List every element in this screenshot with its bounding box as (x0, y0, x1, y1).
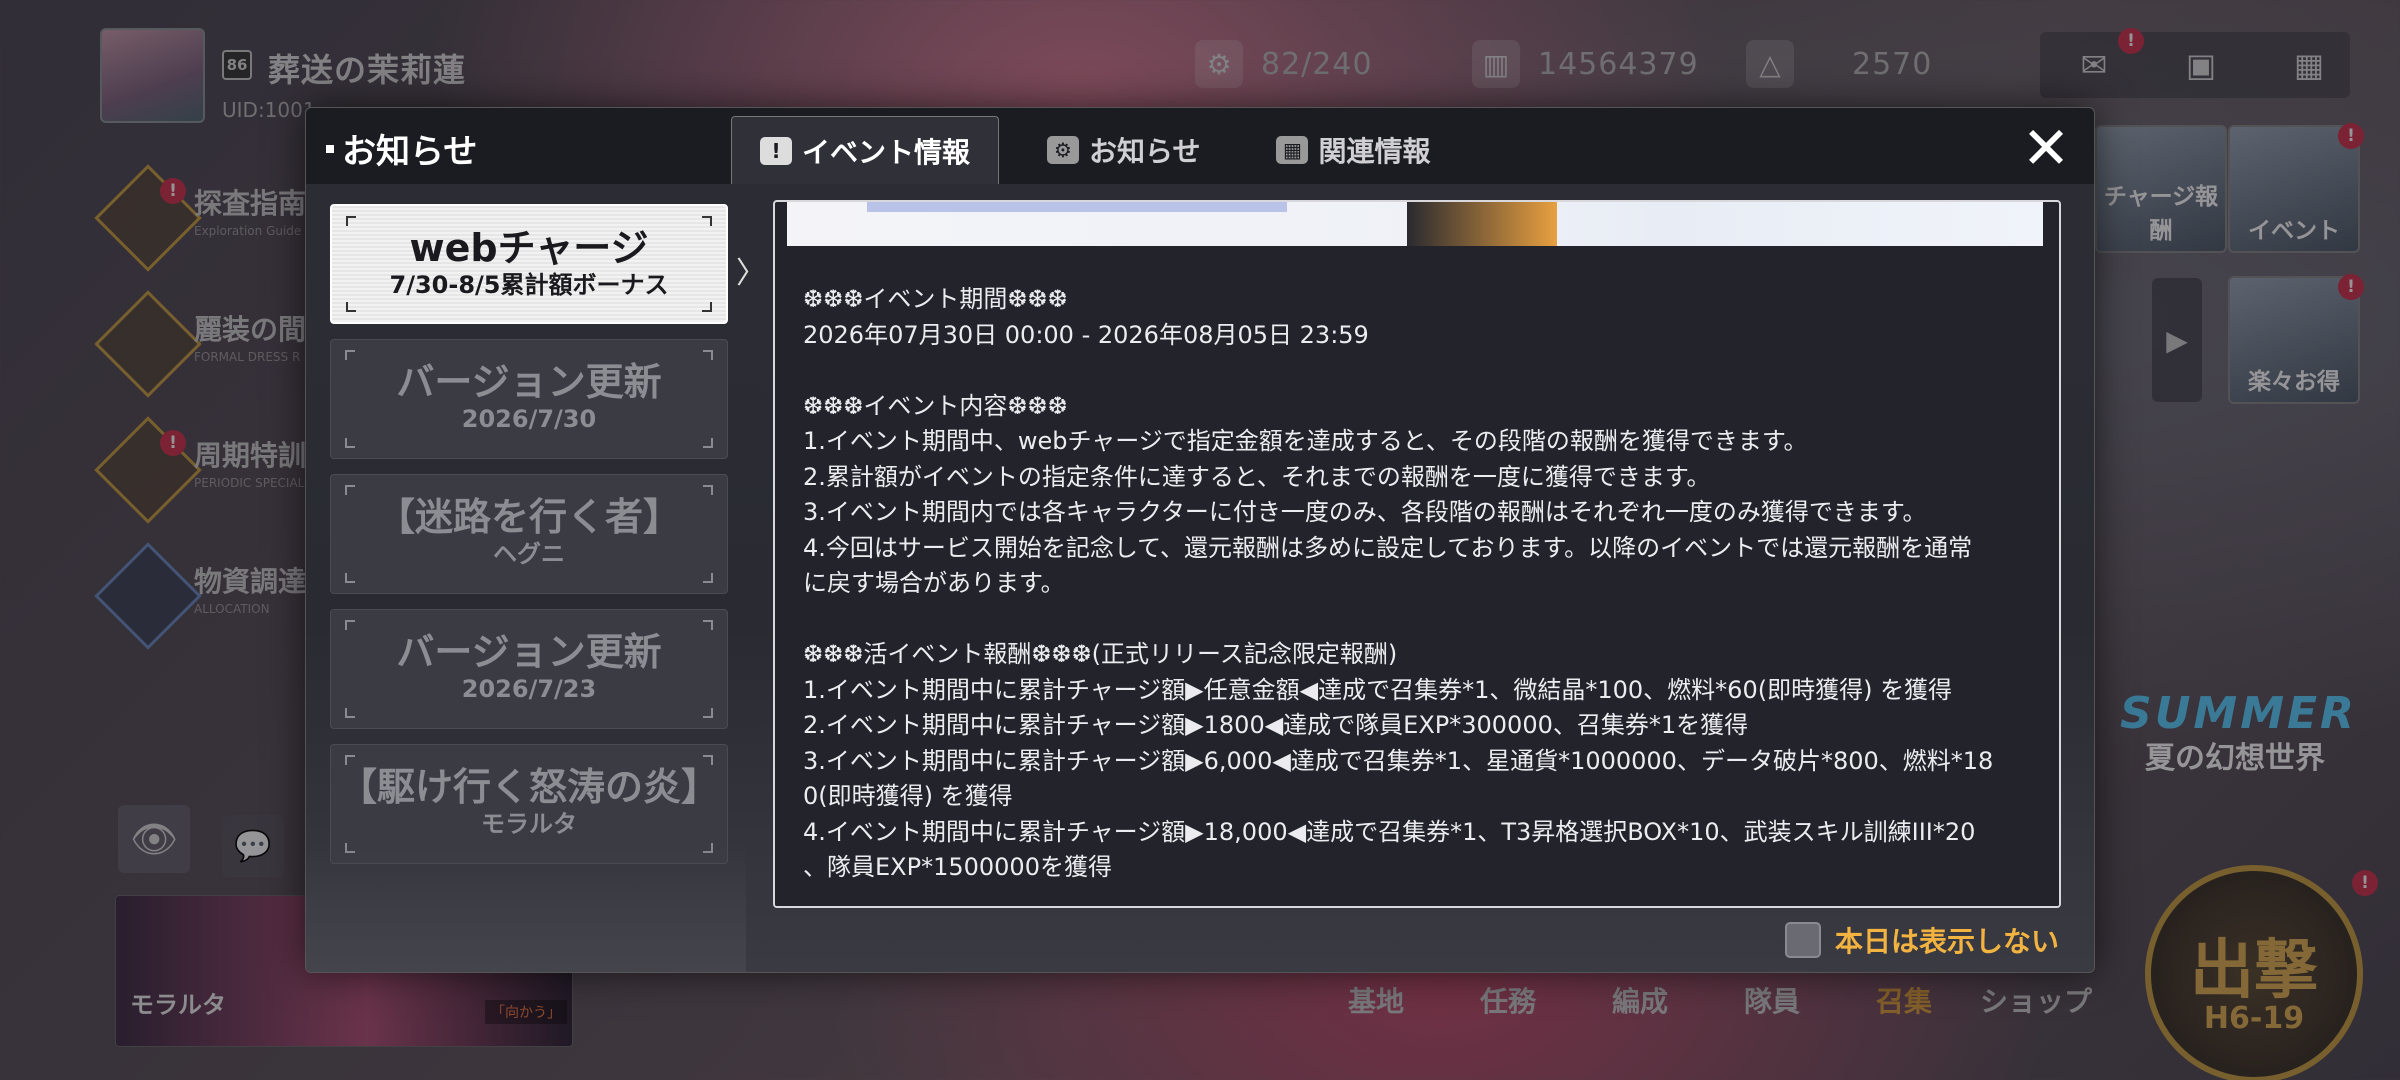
tab-label: 関連情報 (1318, 135, 1431, 168)
text-line: ❆❆❆活イベント報酬❆❆❆(正式リリース記念限定報酬) (803, 640, 1398, 668)
list-item-sub: 7/30-8/5累計額ボーナス (389, 271, 669, 299)
list-item-sub: 2026/7/23 (461, 675, 597, 703)
list-item-sub: 2026/7/30 (461, 405, 597, 433)
text-line: 0(即時獲得) を獲得 (803, 782, 1013, 810)
close-button[interactable]: ✕ (2018, 119, 2074, 178)
list-item-sub: ヘグニ (493, 540, 565, 568)
text-line (803, 353, 2035, 389)
list-item-title: バージョン更新 (396, 360, 662, 404)
tab-event-info[interactable]: ! イベント情報 (731, 116, 1000, 184)
text-line: 2.イベント期間中に累計チャージ額▶1800◀達成で隊員EXP*300000、召… (803, 711, 1749, 739)
list-item-title: webチャージ (409, 226, 649, 270)
announcement-list: webチャージ 7/30-8/5累計額ボーナス バージョン更新 2026/7/3… (330, 204, 728, 879)
text-line: 1.イベント期間中、webチャージで指定金額を達成すると、その段階の報酬を獲得で… (803, 427, 1808, 455)
dont-show-today-checkbox[interactable] (1784, 922, 1821, 958)
list-item[interactable]: バージョン更新 2026/7/23 (330, 609, 728, 729)
text-line: に戻す場合があります。 (803, 569, 1065, 597)
text-line: 3.イベント期間中に累計チャージ額▶6,000◀達成で召集券*1、星通貨*100… (803, 746, 1994, 775)
gear-icon: ⚙ (1047, 136, 1080, 164)
alert-icon: ! (760, 136, 792, 165)
info-icon: ▦ (1276, 136, 1309, 164)
text-line (803, 602, 2035, 638)
text-line: 4.今回はサービス開始を記念して、還元報酬は多めに設定しております。以降のイベン… (803, 533, 1973, 562)
tab-label: イベント情報 (802, 135, 971, 169)
list-item-sub: モラルタ (481, 810, 577, 838)
dont-show-today-row[interactable]: 本日は表示しない (1784, 920, 2059, 960)
tab-label: お知らせ (1089, 135, 1201, 168)
modal-tabs: ! イベント情報 ⚙ お知らせ ▦ 関連情報 (731, 116, 1458, 184)
announcement-content[interactable]: ❆❆❆イベント期間❆❆❆ 2026年07月30日 00:00 - 2026年08月… (773, 200, 2061, 908)
list-item-title: 【駆け行く怒涛の炎】 (338, 765, 719, 809)
text-line: 2.累計額がイベントの指定条件に達すると、それまでの報酬を一度に獲得できます。 (803, 462, 1711, 491)
text-line: 、隊員EXP*1500000を獲得 (803, 853, 1112, 881)
text-line: 2026年07月30日 00:00 - 2026年08月05日 23:59 (803, 320, 1369, 349)
chevron-right-icon: 〉 (736, 256, 766, 291)
list-item[interactable]: バージョン更新 2026/7/30 (330, 339, 728, 459)
text-line: 4.イベント期間中に累計チャージ額▶18,000◀達成で召集券*1、T3昇格選択… (803, 817, 1976, 846)
text-line: ❆❆❆イベント内容❆❆❆ (803, 391, 1068, 420)
content-fade (775, 886, 2059, 906)
list-item[interactable]: 【駆け行く怒涛の炎】 モラルタ (330, 744, 728, 864)
list-item-title: バージョン更新 (396, 630, 662, 674)
modal-title: お知らせ (326, 124, 477, 173)
list-item-title: 【迷路を行く者】 (376, 495, 681, 539)
tab-related-info[interactable]: ▦ 関連情報 (1248, 116, 1458, 184)
title-marker-icon (326, 144, 334, 153)
text-line: 1.イベント期間中に累計チャージ額▶任意金額◀達成で召集券*1、微結晶*100、… (803, 675, 1953, 704)
announcement-text: ❆❆❆イベント期間❆❆❆ 2026年07月30日 00:00 - 2026年08月… (803, 282, 2035, 886)
event-banner-image (787, 202, 2043, 246)
text-line: 3.イベント期間内では各キャラクターに付き一度のみ、各段階の報酬はそれぞれ一度の… (803, 498, 1927, 526)
modal-title-text: お知らせ (342, 132, 478, 172)
dont-show-today-label: 本日は表示しない (1834, 925, 2059, 958)
announcement-modal: お知らせ ! イベント情報 ⚙ お知らせ ▦ 関連情報 ✕ webチャージ 7/… (305, 107, 2095, 973)
tab-notices[interactable]: ⚙ お知らせ (1019, 116, 1228, 184)
text-line: ❆❆❆イベント期間❆❆❆ (803, 285, 1068, 313)
list-item[interactable]: 【迷路を行く者】 ヘグニ (330, 474, 728, 594)
list-item[interactable]: webチャージ 7/30-8/5累計額ボーナス (330, 204, 728, 324)
